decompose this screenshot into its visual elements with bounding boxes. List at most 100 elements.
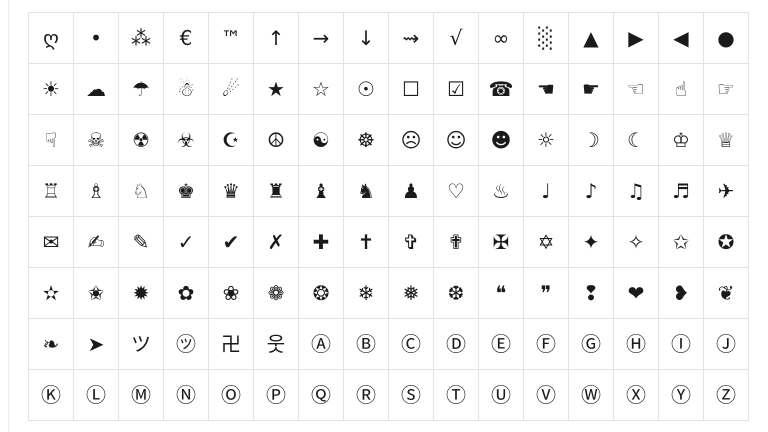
symbol-cell[interactable]: ☺	[434, 115, 479, 166]
symbol-cell[interactable]: ✚	[299, 217, 344, 268]
symbol-cell[interactable]: Ⓜ	[119, 370, 164, 421]
symbol-cell[interactable]: ☯	[299, 115, 344, 166]
symbol-cell[interactable]: Ⓝ	[164, 370, 209, 421]
symbol-cell[interactable]: ◀	[659, 13, 704, 64]
symbol-cell[interactable]: ❄	[344, 268, 389, 319]
symbol-cell[interactable]: ❂	[299, 268, 344, 319]
symbol-cell[interactable]: ✬	[74, 268, 119, 319]
symbol-cell[interactable]: ▲	[569, 13, 614, 64]
symbol-cell[interactable]: Ⓣ	[434, 370, 479, 421]
symbol-cell[interactable]: ツ	[119, 319, 164, 370]
symbol-cell[interactable]: Ⓒ	[389, 319, 434, 370]
symbol-cell[interactable]: ☼	[524, 115, 569, 166]
symbol-cell[interactable]: ♜	[254, 166, 299, 217]
symbol-cell[interactable]: Ⓨ	[659, 370, 704, 421]
symbol-cell[interactable]: ✩	[659, 217, 704, 268]
symbol-cell[interactable]: ✫	[29, 268, 74, 319]
symbol-cell[interactable]: ✹	[119, 268, 164, 319]
symbol-cell[interactable]: ❆	[434, 268, 479, 319]
symbol-cell[interactable]: ✎	[119, 217, 164, 268]
symbol-cell[interactable]: ☐	[389, 64, 434, 115]
symbol-cell[interactable]: ☹	[389, 115, 434, 166]
symbol-cell[interactable]: ✝	[344, 217, 389, 268]
symbol-cell[interactable]: •	[74, 13, 119, 64]
symbol-cell[interactable]: ♖	[29, 166, 74, 217]
symbol-cell[interactable]: ✔	[209, 217, 254, 268]
symbol-cell[interactable]: ♪	[569, 166, 614, 217]
symbol-cell[interactable]: ✓	[164, 217, 209, 268]
symbol-cell[interactable]: ❧	[29, 319, 74, 370]
symbol-cell[interactable]: ☀	[29, 64, 74, 115]
symbol-cell[interactable]: ☻	[479, 115, 524, 166]
symbol-cell[interactable]: Ⓙ	[704, 319, 749, 370]
symbol-cell[interactable]: ♔	[659, 115, 704, 166]
symbol-cell[interactable]: ☂	[119, 64, 164, 115]
symbol-cell[interactable]: ♬	[659, 166, 704, 217]
symbol-cell[interactable]: Ⓟ	[254, 370, 299, 421]
symbol-cell[interactable]: ♞	[344, 166, 389, 217]
symbol-cell[interactable]: Ⓧ	[614, 370, 659, 421]
symbol-cell[interactable]: ☞	[704, 64, 749, 115]
symbol-cell[interactable]: ↑	[254, 13, 299, 64]
symbol-cell[interactable]: ★	[254, 64, 299, 115]
symbol-cell[interactable]: ✦	[569, 217, 614, 268]
symbol-cell[interactable]: ➤	[74, 319, 119, 370]
symbol-cell[interactable]: Ⓕ	[524, 319, 569, 370]
symbol-cell[interactable]: Ⓥ	[524, 370, 569, 421]
symbol-cell[interactable]: ❥	[659, 268, 704, 319]
symbol-cell[interactable]: Ⓖ	[569, 319, 614, 370]
symbol-cell[interactable]: Ⓔ	[479, 319, 524, 370]
symbol-cell[interactable]: ☣	[164, 115, 209, 166]
symbol-cell[interactable]: ☝	[659, 64, 704, 115]
symbol-cell[interactable]: Ⓑ	[344, 319, 389, 370]
symbol-cell[interactable]: ™	[209, 13, 254, 64]
symbol-cell[interactable]: ♗	[74, 166, 119, 217]
symbol-cell[interactable]: ♟	[389, 166, 434, 217]
symbol-cell[interactable]: Ⓛ	[74, 370, 119, 421]
symbol-cell[interactable]: ♨	[479, 166, 524, 217]
symbol-cell[interactable]: ♡	[434, 166, 479, 217]
symbol-cell[interactable]: ✠	[479, 217, 524, 268]
symbol-cell[interactable]: ❅	[389, 268, 434, 319]
symbol-cell[interactable]: ☸	[344, 115, 389, 166]
symbol-cell[interactable]: ✪	[704, 217, 749, 268]
symbol-cell[interactable]: ♫	[614, 166, 659, 217]
symbol-cell[interactable]: ▶	[614, 13, 659, 64]
symbol-cell[interactable]: →	[299, 13, 344, 64]
symbol-cell[interactable]: ↓	[344, 13, 389, 64]
symbol-cell[interactable]: ☢	[119, 115, 164, 166]
symbol-cell[interactable]: Ⓢ	[389, 370, 434, 421]
symbol-cell[interactable]: ☚	[524, 64, 569, 115]
symbol-cell[interactable]: ☠	[74, 115, 119, 166]
symbol-cell[interactable]: Ⓦ	[569, 370, 614, 421]
symbol-cell[interactable]: ♝	[299, 166, 344, 217]
symbol-cell[interactable]: ⁂	[119, 13, 164, 64]
symbol-cell[interactable]: Ⓓ	[434, 319, 479, 370]
symbol-cell[interactable]: ✈	[704, 166, 749, 217]
symbol-cell[interactable]: ✞	[389, 217, 434, 268]
symbol-cell[interactable]: ☑	[434, 64, 479, 115]
symbol-cell[interactable]: ㋡	[164, 319, 209, 370]
symbol-cell[interactable]: ❦	[704, 268, 749, 319]
symbol-cell[interactable]: ❤	[614, 268, 659, 319]
symbol-cell[interactable]: 웃	[254, 319, 299, 370]
symbol-cell[interactable]: ❀	[209, 268, 254, 319]
symbol-cell[interactable]: ღ	[29, 13, 74, 64]
symbol-cell[interactable]: ⇝	[389, 13, 434, 64]
symbol-cell[interactable]: ☽	[569, 115, 614, 166]
symbol-cell[interactable]: ☮	[254, 115, 299, 166]
symbol-cell[interactable]: ☛	[569, 64, 614, 115]
symbol-cell[interactable]: ✗	[254, 217, 299, 268]
symbol-cell[interactable]: ♩	[524, 166, 569, 217]
symbol-cell[interactable]: 卍	[209, 319, 254, 370]
symbol-cell[interactable]: ♛	[209, 166, 254, 217]
symbol-cell[interactable]: ❞	[524, 268, 569, 319]
symbol-cell[interactable]: Ⓩ	[704, 370, 749, 421]
symbol-cell[interactable]: √	[434, 13, 479, 64]
symbol-cell[interactable]: Ⓐ	[299, 319, 344, 370]
symbol-cell[interactable]: ☪	[209, 115, 254, 166]
symbol-cell[interactable]: ☟	[29, 115, 74, 166]
symbol-cell[interactable]: ☁	[74, 64, 119, 115]
symbol-cell[interactable]: Ⓠ	[299, 370, 344, 421]
symbol-cell[interactable]: ♚	[164, 166, 209, 217]
